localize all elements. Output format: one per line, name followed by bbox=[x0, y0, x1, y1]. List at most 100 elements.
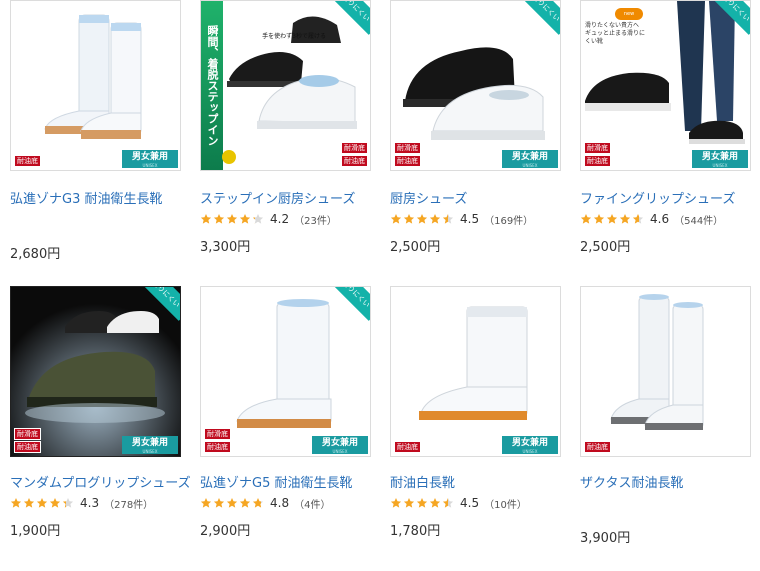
feature-badges: 耐滑底 耐油底 bbox=[341, 142, 368, 167]
unisex-label: 男女兼用 UNISEX bbox=[312, 436, 368, 454]
product-price: 1,780円 bbox=[390, 524, 441, 539]
star-icon bbox=[390, 498, 402, 508]
rating-row: 4.5 （10件） bbox=[390, 496, 561, 511]
slip-resistant-badge: 耐滑底 bbox=[14, 428, 41, 440]
star-icon bbox=[226, 498, 238, 508]
new-tag: new bbox=[615, 8, 643, 20]
star-icon bbox=[593, 214, 605, 224]
review-count[interactable]: （4件） bbox=[294, 496, 330, 511]
rating-row: 4.3 （278件） bbox=[10, 496, 181, 511]
star-icon bbox=[580, 214, 592, 224]
product-title[interactable]: ステップイン厨房シューズ bbox=[200, 188, 371, 207]
star-icon bbox=[226, 214, 238, 224]
tall-boots-image bbox=[610, 294, 704, 430]
rating-score: 4.2 bbox=[270, 212, 290, 226]
product-card: 耐油底 男女兼用 UNISEX 耐油白長靴 4.5 （10件） 1,780円 bbox=[390, 286, 561, 539]
rating-score: 4.5 bbox=[460, 496, 480, 510]
product-title[interactable]: ザクタス耐油長靴 bbox=[580, 472, 751, 491]
unisex-label: 男女兼用 UNISEX bbox=[502, 150, 558, 168]
product-card: 滑りにくい 耐滑底 耐油底 男女兼用 UNISEX 厨房シューズ 4.5 （16… bbox=[390, 0, 561, 255]
product-image[interactable]: 滑りにくい 耐滑底 耐油底 男女兼用 UNISEX bbox=[390, 0, 561, 171]
product-price: 2,680円 bbox=[10, 247, 61, 262]
unisex-label: 男女兼用 UNISEX bbox=[502, 436, 558, 454]
feature-badges: 耐油底 bbox=[394, 441, 421, 453]
product-image[interactable]: 耐油底 男女兼用 UNISEX bbox=[390, 286, 561, 457]
star-icon bbox=[442, 214, 454, 224]
product-image[interactable]: 滑りにくい 耐滑底 耐油底 男女兼用 UNISEX bbox=[200, 286, 371, 457]
rating-row: 4.8 （4件） bbox=[200, 496, 371, 511]
star-rating bbox=[200, 497, 264, 509]
review-count[interactable]: （278件） bbox=[104, 496, 153, 511]
star-icon bbox=[429, 498, 441, 508]
star-icon bbox=[619, 214, 631, 224]
unisex-label: 男女兼用 UNISEX bbox=[122, 436, 178, 454]
unisex-label: 男女兼用 UNISEX bbox=[122, 150, 178, 168]
promo-callout: 滑りたくない貴方へ ギュッと止まる滑りにくい靴 bbox=[585, 22, 646, 45]
rating-score: 4.5 bbox=[460, 212, 480, 226]
star-icon bbox=[200, 498, 212, 508]
oil-resistant-badge: 耐油底 bbox=[394, 441, 421, 453]
star-icon bbox=[62, 498, 74, 508]
rating-score: 4.8 bbox=[270, 496, 290, 510]
product-image[interactable]: 耐油底 bbox=[580, 286, 751, 457]
star-icon bbox=[252, 214, 264, 224]
rating-row: 4.2 （23件） bbox=[200, 212, 371, 227]
star-icon bbox=[442, 498, 454, 508]
star-icon bbox=[213, 214, 225, 224]
star-icon bbox=[390, 214, 402, 224]
review-count[interactable]: （23件） bbox=[294, 212, 337, 227]
feature-badges: 耐滑底 耐油底 bbox=[394, 142, 421, 167]
star-rating bbox=[200, 213, 264, 225]
product-card: 滑りにくい 耐滑底 耐油底 男女兼用 UNISEX マンダムプログリップシューズ… bbox=[10, 286, 191, 539]
product-price: 2,500円 bbox=[580, 240, 631, 255]
product-title[interactable]: ファイングリップシューズ bbox=[580, 188, 751, 207]
star-icon bbox=[213, 498, 225, 508]
product-price: 1,900円 bbox=[10, 524, 61, 539]
product-image[interactable]: 滑りにくい 耐滑底 耐油底 男女兼用 UNISEX bbox=[10, 286, 181, 457]
product-price: 3,300円 bbox=[200, 240, 251, 255]
star-icon bbox=[23, 498, 35, 508]
review-count[interactable]: （10件） bbox=[484, 496, 527, 511]
product-image[interactable]: 瞬間、着脱ステップイン 手を使わず3秒で履ける 滑りにくい 耐滑底 耐油底 bbox=[200, 0, 371, 171]
product-title[interactable]: 厨房シューズ bbox=[390, 188, 561, 207]
star-icon bbox=[49, 498, 61, 508]
star-icon bbox=[403, 214, 415, 224]
feature-badges: 耐滑底 耐油底 bbox=[584, 142, 611, 167]
unisex-label: 男女兼用 UNISEX bbox=[692, 150, 748, 168]
star-icon bbox=[606, 214, 618, 224]
feature-badges: 耐油底 bbox=[14, 155, 41, 167]
oil-resistant-badge: 耐油底 bbox=[14, 441, 41, 453]
review-count[interactable]: （544件） bbox=[674, 212, 723, 227]
slip-resistant-badge: 耐滑底 bbox=[341, 142, 368, 154]
product-title[interactable]: 弘進ゾナG5 耐油衛生長靴 bbox=[200, 472, 371, 491]
promo-note: 手を使わず3秒で履ける bbox=[262, 33, 326, 40]
rating-row: 4.6 （544件） bbox=[580, 212, 751, 227]
star-icon bbox=[632, 214, 644, 224]
product-price: 2,900円 bbox=[200, 524, 251, 539]
star-rating bbox=[10, 497, 74, 509]
oil-resistant-badge: 耐油底 bbox=[14, 155, 41, 167]
star-icon bbox=[239, 214, 251, 224]
slip-resistant-badge: 耐滑底 bbox=[584, 142, 611, 154]
product-grid: 耐油底 男女兼用 UNISEX 弘進ゾナG3 耐油衛生長靴 2,680円 瞬間、… bbox=[0, 0, 760, 571]
product-card: new 滑りたくない貴方へ ギュッと止まる滑りにくい靴 滑りにくい 耐滑底 耐油… bbox=[580, 0, 751, 255]
star-rating bbox=[580, 213, 644, 225]
product-image[interactable]: new 滑りたくない貴方へ ギュッと止まる滑りにくい靴 滑りにくい 耐滑底 耐油… bbox=[580, 0, 751, 171]
tall-boots-image bbox=[44, 14, 142, 139]
product-card: 耐油底 男女兼用 UNISEX 弘進ゾナG3 耐油衛生長靴 2,680円 bbox=[10, 0, 181, 262]
product-title[interactable]: 耐油白長靴 bbox=[390, 472, 561, 491]
product-price: 3,900円 bbox=[580, 531, 631, 546]
product-title[interactable]: マンダムプログリップシューズ bbox=[10, 472, 191, 491]
oil-resistant-badge: 耐油底 bbox=[204, 441, 231, 453]
star-icon bbox=[239, 498, 251, 508]
feature-badges: 耐油底 bbox=[584, 441, 611, 453]
star-icon bbox=[252, 498, 264, 508]
review-count[interactable]: （169件） bbox=[484, 212, 533, 227]
oil-resistant-badge: 耐油底 bbox=[394, 155, 421, 167]
rating-score: 4.3 bbox=[80, 496, 100, 510]
product-card: 瞬間、着脱ステップイン 手を使わず3秒で履ける 滑りにくい 耐滑底 耐油底 ステ… bbox=[200, 0, 371, 255]
star-icon bbox=[36, 498, 48, 508]
product-title[interactable]: 弘進ゾナG3 耐油衛生長靴 bbox=[10, 188, 181, 207]
product-image[interactable]: 耐油底 男女兼用 UNISEX bbox=[10, 0, 181, 171]
feature-badges: 耐滑底 耐油底 bbox=[14, 428, 41, 453]
